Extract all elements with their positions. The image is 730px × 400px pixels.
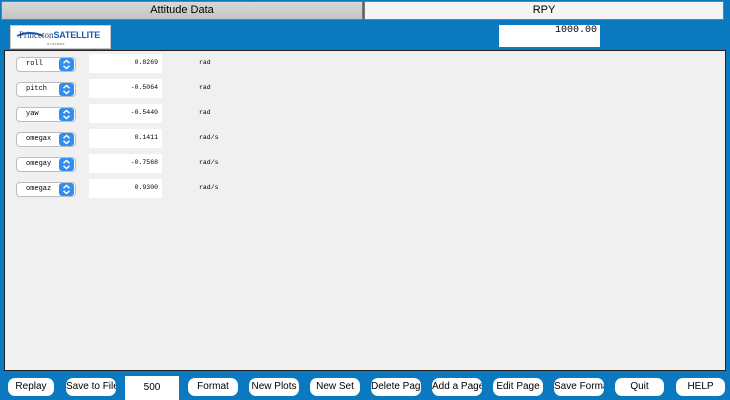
unit-label: rad — [199, 59, 211, 66]
tab-attitude-data[interactable]: Attitude Data — [1, 1, 363, 20]
data-row: pitch -0.5064 rad — [5, 78, 727, 100]
chevron-up-down-icon[interactable] — [59, 158, 74, 171]
delete-page-button[interactable]: Delete Page — [371, 378, 421, 396]
tab-bar: Attitude Data RPY — [0, 0, 730, 21]
chevron-up-down-icon[interactable] — [59, 83, 74, 96]
variable-select-pitch[interactable]: pitch — [16, 82, 76, 97]
value-field[interactable]: 0.8269 — [89, 54, 162, 73]
variable-select-label: yaw — [26, 110, 39, 118]
format-button[interactable]: Format — [188, 378, 238, 396]
unit-label: rad — [199, 109, 211, 116]
variable-select-omegay[interactable]: omegay — [16, 157, 76, 172]
save-format-button[interactable]: Save Format — [554, 378, 604, 396]
data-row: yaw -0.5440 rad — [5, 103, 727, 125]
variable-select-label: omegay — [26, 160, 52, 168]
help-button[interactable]: HELP — [676, 378, 725, 396]
new-plots-button[interactable]: New Plots — [249, 378, 299, 396]
variable-select-label: roll — [26, 60, 43, 68]
chevron-up-down-icon[interactable] — [59, 183, 74, 196]
data-row: omegay -0.7568 rad/s — [5, 153, 727, 175]
logo-text: PrincetonSATELLITE — [19, 30, 100, 40]
variable-select-label: pitch — [26, 85, 48, 93]
unit-label: rad — [199, 84, 211, 91]
save-to-file-button[interactable]: Save to File — [66, 378, 116, 396]
variable-select-label: omegax — [26, 135, 52, 143]
variable-select-omegaz[interactable]: omegaz — [16, 182, 76, 197]
variable-select-yaw[interactable]: yaw — [16, 107, 76, 122]
data-row: omegax 0.1411 rad/s — [5, 128, 727, 150]
variable-select-label: omegaz — [26, 185, 52, 193]
value-field[interactable]: 0.1411 — [89, 129, 162, 148]
chevron-up-down-icon[interactable] — [59, 108, 74, 121]
logo-subtext: SYSTEMS — [47, 42, 65, 46]
points-input[interactable]: 500 — [125, 376, 179, 400]
chevron-up-down-icon[interactable] — [59, 133, 74, 146]
time-input[interactable]: 1000.00 — [499, 25, 600, 47]
chevron-up-down-icon[interactable] — [59, 58, 74, 71]
company-logo: PrincetonSATELLITE SYSTEMS — [10, 25, 111, 49]
logo-name: Princeton — [19, 30, 54, 40]
value-field[interactable]: 0.9300 — [89, 179, 162, 198]
variable-select-roll[interactable]: roll — [16, 57, 76, 72]
variable-select-omegax[interactable]: omegax — [16, 132, 76, 147]
data-row: roll 0.8269 rad — [5, 53, 727, 75]
quit-button[interactable]: Quit — [615, 378, 664, 396]
logo-brand: SATELLITE — [53, 30, 101, 40]
value-field[interactable]: -0.5064 — [89, 79, 162, 98]
unit-label: rad/s — [199, 159, 219, 166]
add-page-button[interactable]: Add a Page — [432, 378, 482, 396]
unit-label: rad/s — [199, 184, 219, 191]
replay-button[interactable]: Replay — [8, 378, 54, 396]
data-panel: roll 0.8269 rad pitch -0.5064 rad yaw -0… — [4, 50, 726, 371]
value-field[interactable]: -0.5440 — [89, 104, 162, 123]
edit-page-button[interactable]: Edit Page — [493, 378, 543, 396]
new-set-button[interactable]: New Set — [310, 378, 360, 396]
value-field[interactable]: -0.7568 — [89, 154, 162, 173]
data-row: omegaz 0.9300 rad/s — [5, 178, 727, 200]
tab-rpy[interactable]: RPY — [364, 1, 724, 20]
unit-label: rad/s — [199, 134, 219, 141]
